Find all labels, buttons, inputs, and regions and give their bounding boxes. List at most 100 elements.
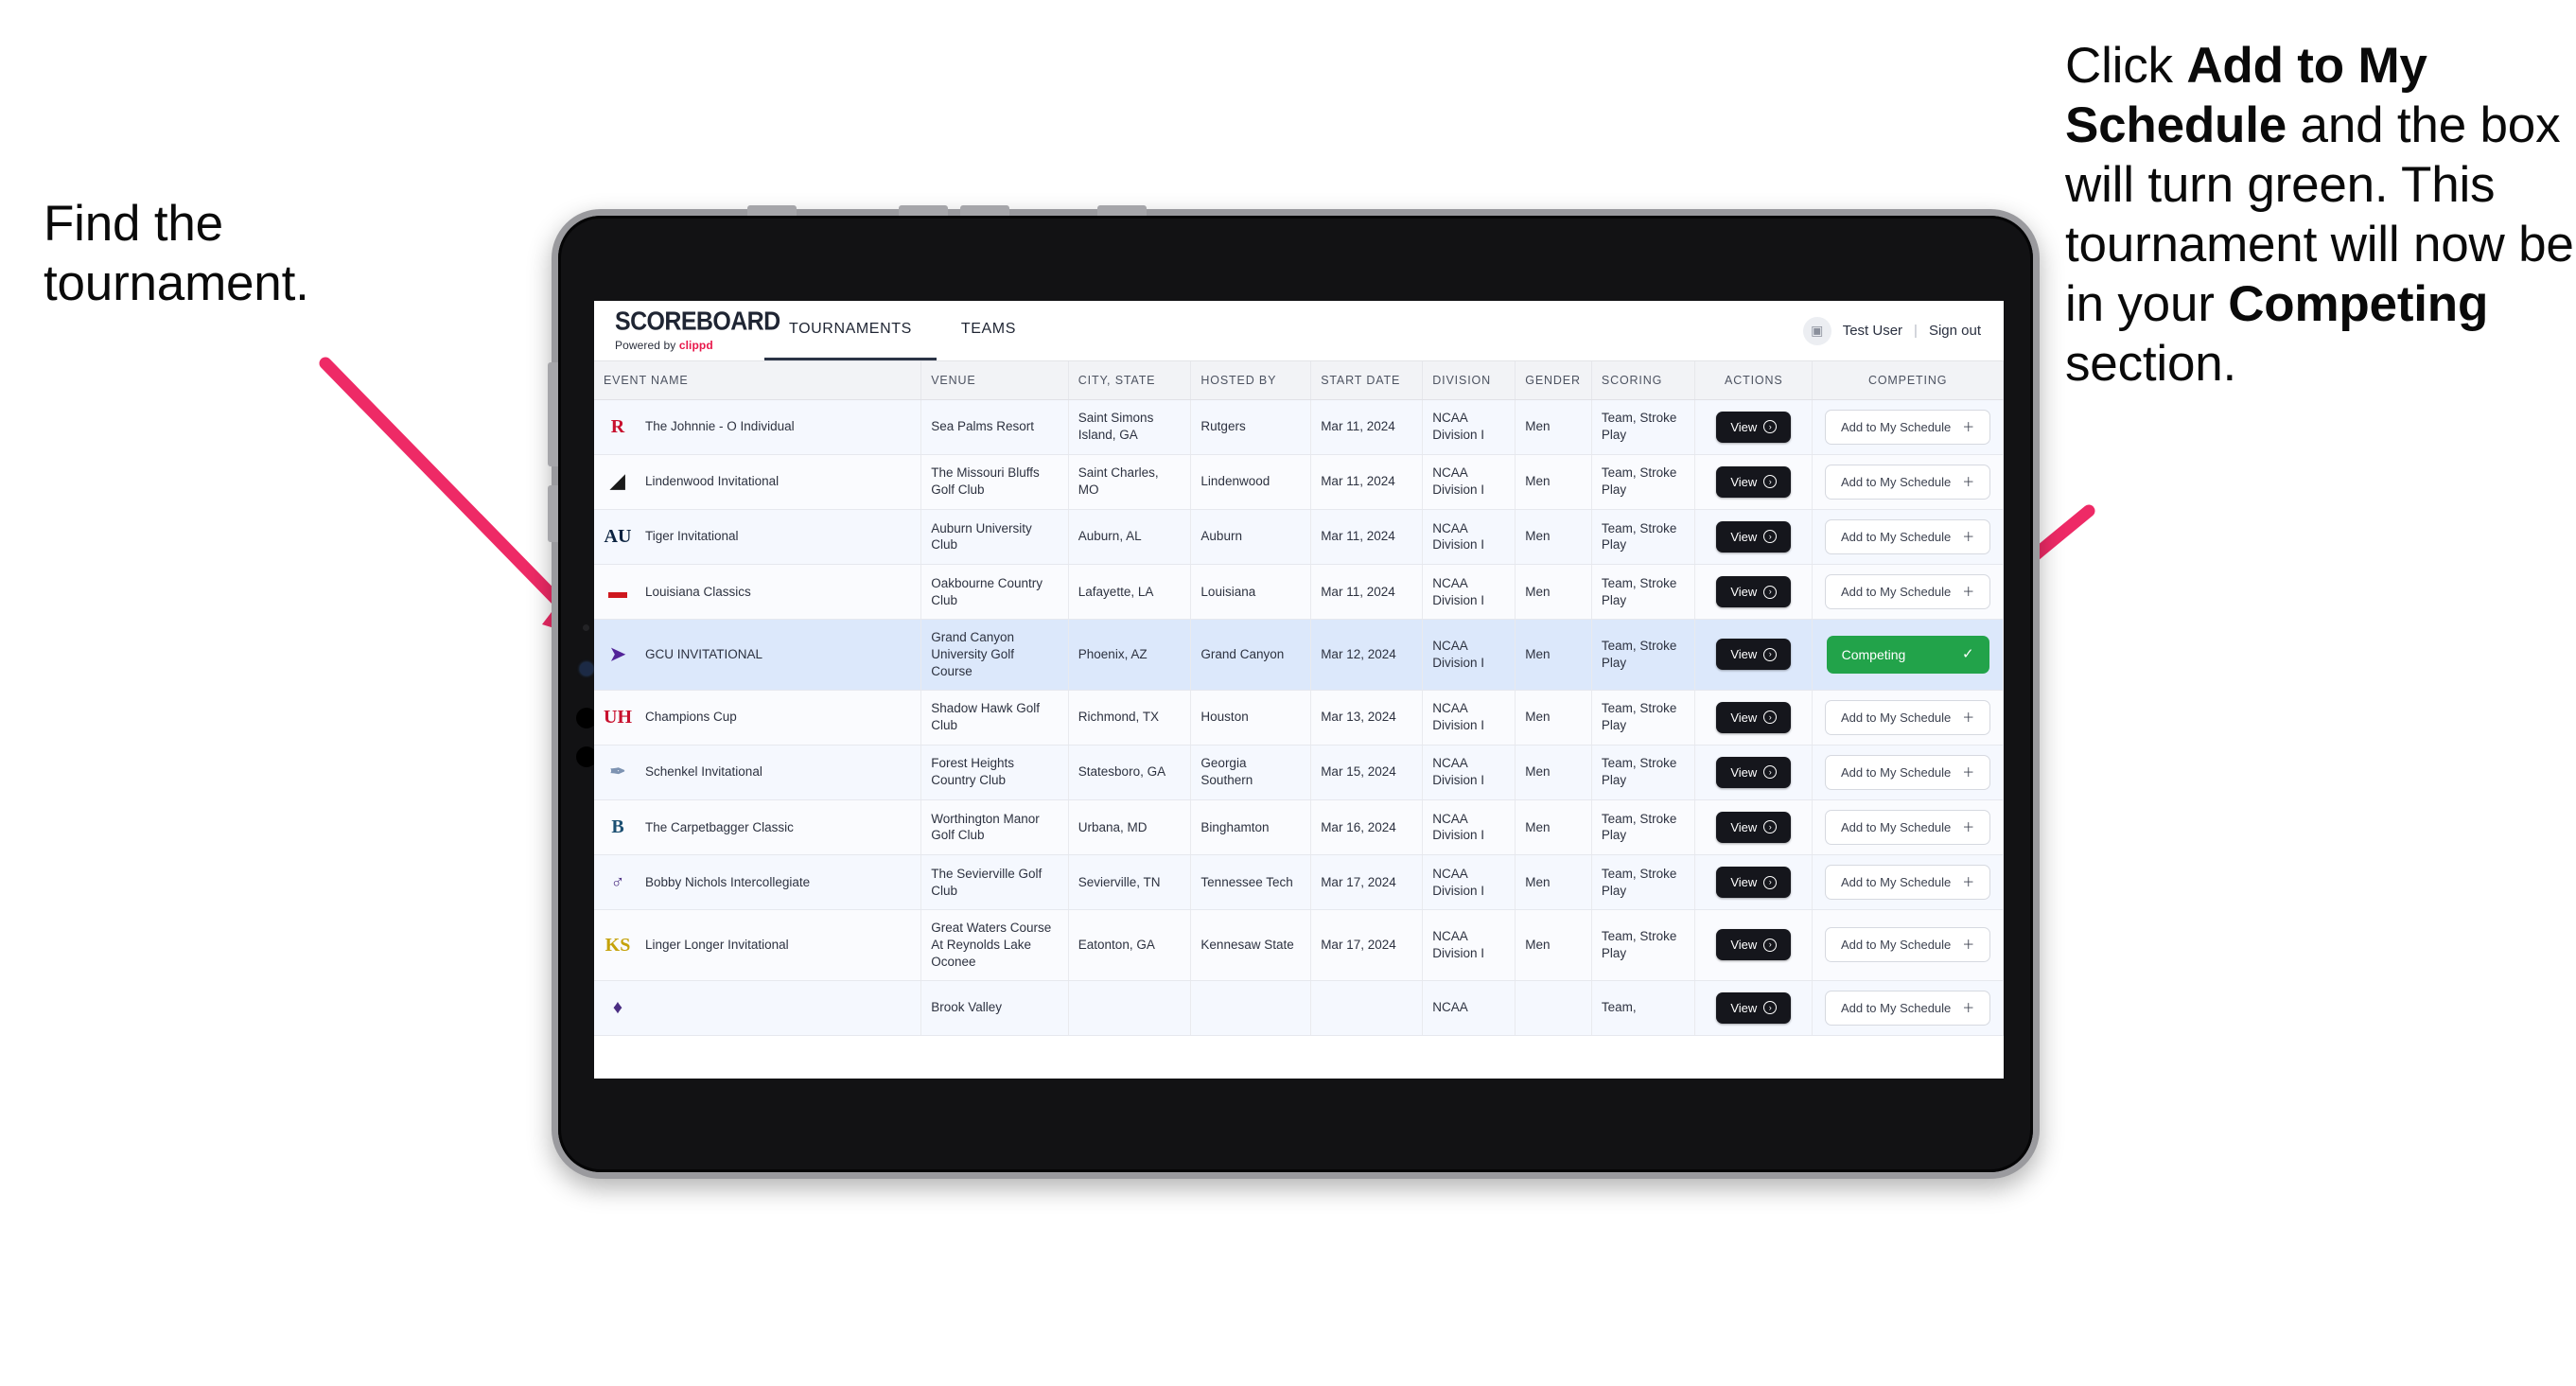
arrow-right-circle-icon: ›	[1763, 938, 1778, 952]
col-event-name[interactable]: EVENT NAME	[594, 361, 922, 400]
team-logo-icon: ♦	[612, 997, 623, 1019]
view-button[interactable]: View ›	[1716, 465, 1792, 498]
cell-event-name: ➤ GCU INVITATIONAL	[594, 619, 922, 691]
table-row[interactable]: KS Linger Longer Invitational Great Waters…	[594, 909, 2004, 981]
gender-text: Men	[1525, 874, 1551, 889]
tab-teams[interactable]: TEAMS	[937, 301, 1041, 360]
scoring-text: Team, Stroke Play	[1601, 701, 1677, 733]
view-button[interactable]: View ›	[1716, 575, 1792, 608]
nav-tabs: TOURNAMENTS TEAMS	[764, 301, 1041, 360]
tablet-device-frame: SCOREBOARD Powered by clippd TOURNAMENTS…	[548, 205, 2040, 1179]
add-to-my-schedule-button[interactable]: Add to My Schedule ＋	[1824, 927, 1991, 963]
cell-actions: View ›	[1694, 909, 1814, 981]
cell-city-state: Saint Simons Island, GA	[1068, 399, 1192, 455]
division-text: NCAA Division I	[1432, 701, 1485, 733]
start-date-text: Mar 11, 2024	[1321, 474, 1395, 489]
table-row[interactable]: B The Carpetbagger Classic Worthington Man…	[594, 799, 2004, 856]
cell-scoring: Team, Stroke Play	[1591, 564, 1696, 621]
cell-competing: Add to My Schedule ＋	[1812, 854, 2004, 911]
col-venue[interactable]: VENUE	[920, 361, 1069, 400]
venue-text: Great Waters Course At Reynolds Lake Oco…	[931, 921, 1052, 969]
division-text: NCAA Division I	[1432, 639, 1485, 670]
division-text: NCAA Division I	[1432, 756, 1485, 788]
cell-hosted-by: Georgia Southern	[1190, 745, 1312, 800]
col-hosted-by[interactable]: HOSTED BY	[1190, 361, 1312, 400]
add-to-my-schedule-button[interactable]: Add to My Schedule ＋	[1824, 518, 1991, 554]
table-row[interactable]: ♦ Brook Valley NCAA Team, View › Add to My Sch…	[594, 980, 2004, 1036]
hosted-by-text: Houston	[1200, 710, 1249, 725]
view-button[interactable]: View ›	[1716, 520, 1792, 553]
col-scoring[interactable]: SCORING	[1591, 361, 1696, 400]
add-to-my-schedule-label: Add to My Schedule	[1840, 584, 1952, 599]
event-name-text: Champions Cup	[645, 710, 737, 725]
cell-division: NCAA Division I	[1422, 799, 1516, 856]
table-row[interactable]: R The Johnnie - O Individual Sea Palms Res…	[594, 399, 2004, 455]
tab-tournaments[interactable]: TOURNAMENTS	[764, 301, 937, 360]
view-button[interactable]: View ›	[1716, 929, 1792, 961]
cell-city-state: Richmond, TX	[1068, 690, 1192, 746]
annotation-right-bold2: Competing	[2228, 276, 2489, 333]
avatar[interactable]: ▣	[1802, 316, 1831, 345]
cell-scoring: Team, Stroke Play	[1591, 909, 1696, 981]
table-row[interactable]: ✒ Schenkel Invitational Forest Heights Cou…	[594, 745, 2004, 800]
add-to-my-schedule-button[interactable]: Add to My Schedule ＋	[1824, 699, 1991, 735]
division-text: NCAA	[1432, 1000, 1468, 1015]
add-to-my-schedule-button[interactable]: Add to My Schedule ＋	[1824, 409, 1991, 445]
cell-hosted-by: Binghamton	[1190, 799, 1312, 856]
view-button[interactable]: View ›	[1716, 756, 1792, 788]
cell-hosted-by: Louisiana	[1190, 564, 1312, 621]
view-button-label: View	[1730, 819, 1758, 834]
table-row[interactable]: ➤ GCU INVITATIONAL Grand Canyon University…	[594, 619, 2004, 691]
cell-gender: Men	[1515, 854, 1592, 911]
arrow-right-circle-icon: ›	[1763, 1001, 1778, 1015]
view-button[interactable]: View ›	[1716, 991, 1792, 1024]
col-gender[interactable]: GENDER	[1515, 361, 1592, 400]
table-row[interactable]: ▬ Louisiana Classics Oakbourne Country Clu…	[594, 564, 2004, 621]
cell-start-date: Mar 11, 2024	[1310, 399, 1424, 455]
view-button[interactable]: View ›	[1716, 867, 1792, 899]
table-row[interactable]: ◢ Lindenwood Invitational The Missouri Blu…	[594, 454, 2004, 510]
view-button[interactable]: View ›	[1716, 811, 1792, 844]
add-to-my-schedule-button[interactable]: Add to My Schedule ＋	[1824, 809, 1991, 846]
col-start-date[interactable]: START DATE	[1310, 361, 1424, 400]
brand-title: SCOREBOARD	[615, 306, 780, 337]
cell-division: NCAA Division I	[1422, 619, 1516, 691]
view-button[interactable]: View ›	[1716, 701, 1792, 733]
cell-city-state	[1068, 980, 1192, 1036]
add-to-my-schedule-button[interactable]: Add to My Schedule ＋	[1824, 464, 1991, 500]
cell-venue: Forest Heights Country Club	[920, 745, 1069, 800]
table-row[interactable]: ♂ Bobby Nichols Intercollegiate The Sevier…	[594, 854, 2004, 911]
cell-gender: Men	[1515, 399, 1592, 455]
competing-badge[interactable]: Competing ✓	[1826, 635, 1989, 674]
cell-venue: Great Waters Course At Reynolds Lake Oco…	[920, 909, 1069, 981]
arrow-right-circle-icon: ›	[1763, 420, 1778, 434]
plus-icon: ＋	[1962, 529, 1975, 544]
add-to-my-schedule-button[interactable]: Add to My Schedule ＋	[1824, 990, 1991, 1026]
tournaments-table: EVENT NAME VENUE CITY, STATE HOSTED BY S…	[594, 361, 2004, 1036]
add-to-my-schedule-button[interactable]: Add to My Schedule ＋	[1824, 573, 1991, 610]
cell-hosted-by: Grand Canyon	[1190, 619, 1312, 691]
col-division[interactable]: DIVISION	[1422, 361, 1516, 400]
sign-out-link[interactable]: Sign out	[1929, 323, 1981, 339]
table-row[interactable]: AU Tiger Invitational Auburn University Cl…	[594, 509, 2004, 565]
cell-event-name: UH Champions Cup	[594, 690, 922, 746]
plus-icon: ＋	[1962, 1000, 1975, 1015]
annotation-right: Click Add to My Schedule and the box wil…	[2065, 36, 2576, 394]
city-state-text: Saint Simons Island, GA	[1078, 411, 1154, 443]
view-button[interactable]: View ›	[1716, 639, 1792, 671]
team-logo-icon: ♂	[610, 871, 625, 893]
annotation-left-line2: tournament.	[44, 255, 309, 312]
add-to-my-schedule-button[interactable]: Add to My Schedule ＋	[1824, 865, 1991, 901]
add-to-my-schedule-button[interactable]: Add to My Schedule ＋	[1824, 754, 1991, 790]
view-button-label: View	[1730, 419, 1758, 434]
app-navbar: SCOREBOARD Powered by clippd TOURNAMENTS…	[594, 301, 2004, 361]
col-city-state[interactable]: CITY, STATE	[1068, 361, 1192, 400]
cell-division: NCAA Division I	[1422, 909, 1516, 981]
cell-city-state: Saint Charles, MO	[1068, 454, 1192, 510]
event-name-text: GCU INVITATIONAL	[645, 646, 763, 661]
view-button[interactable]: View ›	[1716, 411, 1792, 443]
venue-text: Shadow Hawk Golf Club	[931, 701, 1041, 733]
table-row[interactable]: UH Champions Cup Shadow Hawk Golf Club Rich…	[594, 690, 2004, 746]
venue-text: The Sevierville Golf Club	[931, 866, 1043, 898]
start-date-text: Mar 11, 2024	[1321, 529, 1395, 544]
